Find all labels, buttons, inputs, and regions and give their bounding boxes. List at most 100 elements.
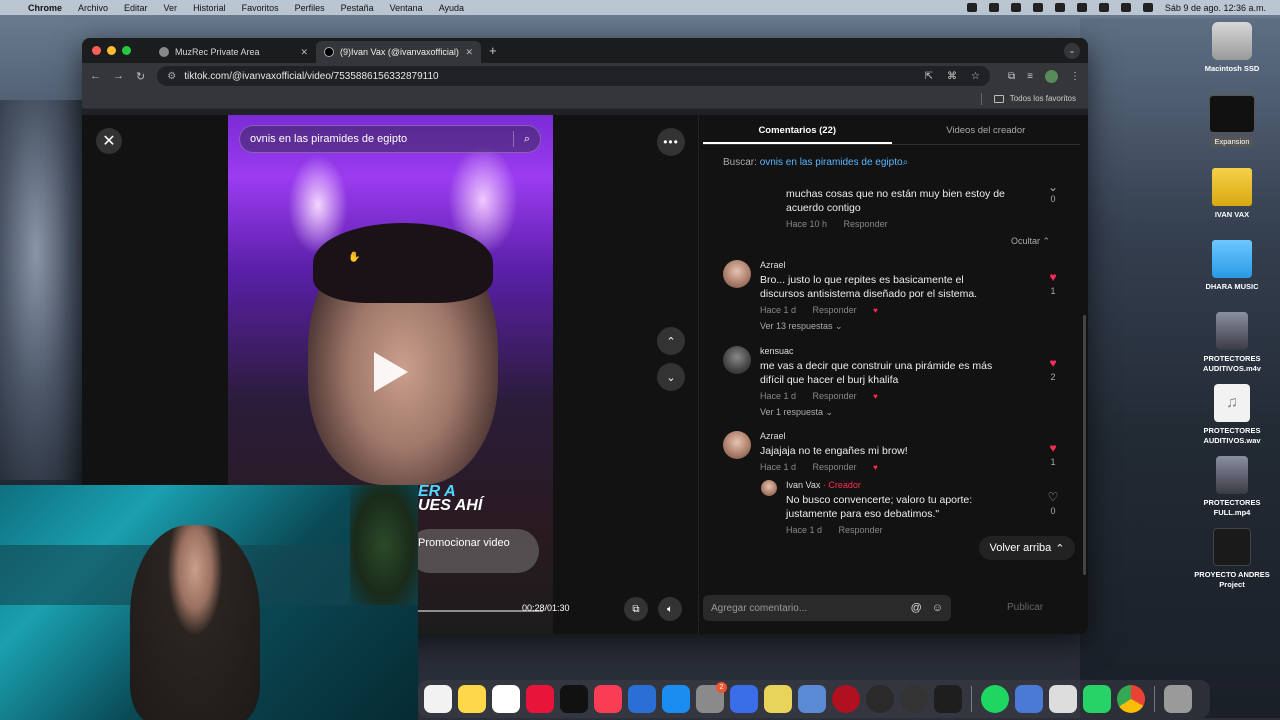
menu-ventana[interactable]: Ventana [390,3,423,13]
music-app-icon[interactable] [594,685,622,713]
more-menu-icon[interactable]: ⋮ [1070,71,1080,82]
heart-icon[interactable]: ♥ [1043,356,1063,370]
desktop-icon-macintosh-ssd[interactable]: Macintosh SSD [1192,22,1272,74]
control-center-icon[interactable] [1142,3,1153,12]
back-icon[interactable]: ← [90,70,101,82]
comment-username[interactable]: Ivan Vax · Creador [786,480,861,490]
app-icon[interactable] [798,685,826,713]
app-icon[interactable] [900,685,928,713]
app-store-icon[interactable] [662,685,690,713]
desktop-icon-expansion[interactable]: Expansion [1192,95,1272,147]
scrollbar[interactable] [1083,315,1086,575]
reply-button[interactable]: Responder [839,525,883,535]
site-info-icon[interactable]: ⚙ [167,71,176,82]
heart-outline-icon[interactable]: ♡ [1043,490,1063,504]
close-video-button[interactable]: ✕ [96,128,122,154]
picture-in-picture-button[interactable]: ⧉ [624,597,648,621]
close-window-button[interactable] [92,46,101,55]
desktop-icon-proyecto-andres[interactable]: PROYECTO ANDRES Project [1192,528,1272,590]
next-video-button[interactable]: ⌄ [657,363,685,391]
app-icon[interactable] [934,685,962,713]
menu-editar[interactable]: Editar [124,3,148,13]
tab-comments[interactable]: Comentarios (22) [703,115,892,144]
view-replies-button[interactable]: Ver 13 respuestas ⌄ [760,321,843,332]
tab-tiktok[interactable]: (9)Ivan Vax (@ivanvaxofficial) ✕ [316,41,481,63]
publish-button[interactable]: Publicar [1007,602,1043,613]
more-options-button[interactable]: ••• [657,128,685,156]
app-icon[interactable] [866,685,894,713]
new-tab-icon[interactable]: + [489,43,497,58]
avatar[interactable] [723,346,751,374]
status-icon[interactable] [1032,3,1043,12]
forward-icon[interactable]: → [113,70,124,82]
heart-icon[interactable]: ♥ [1043,270,1063,284]
promote-video-button[interactable]: Promocionar video [408,529,539,573]
search-icon[interactable]: ⌕ [524,133,530,146]
desktop-icon-dhara-music[interactable]: DHARA MUSIC [1192,240,1272,292]
previous-video-button[interactable]: ⌃ [657,327,685,355]
menu-archivo[interactable]: Archivo [78,3,108,13]
comment-username[interactable]: Azrael [760,260,786,270]
status-icon[interactable] [966,3,977,12]
search-icon[interactable]: ⌕ [903,157,909,168]
app-icon[interactable] [1049,685,1077,713]
emoji-icon[interactable]: ☺ [932,602,943,614]
freeform-app-icon[interactable] [492,685,520,713]
open-in-app-icon[interactable]: ⇱ [925,71,933,82]
app-icon[interactable] [1015,685,1043,713]
menu-ayuda[interactable]: Ayuda [439,3,464,13]
close-icon[interactable]: ✕ [465,47,473,58]
media-icon[interactable]: ≡ [1027,71,1033,82]
desktop-icon-protectores-m4v[interactable]: PROTECTORES AUDITIVOS.m4v [1192,312,1272,374]
video-search-bar[interactable]: ovnis en las piramides de egipto ⌕ [239,125,541,153]
chevron-down-icon[interactable]: ⌄ [1064,42,1080,59]
reply-button[interactable]: Responder [844,219,888,229]
hide-replies-button[interactable]: Ocultar ⌃ [1011,236,1050,247]
back-to-top-button[interactable]: Volver arriba ⌃ [979,536,1075,560]
trash-icon[interactable] [1164,685,1192,713]
reload-icon[interactable]: ↻ [136,70,145,83]
add-comment-input[interactable]: Agregar comentario... [711,603,901,614]
mention-icon[interactable]: @ [911,602,922,614]
extensions-icon[interactable]: ⧉ [1008,71,1015,82]
view-replies-button[interactable]: Ver 1 respuesta ⌄ [760,407,833,418]
reply-button[interactable]: Responder [813,391,857,401]
search-query-link[interactable]: ovnis en las piramides de egipto [760,157,903,168]
chrome-app-icon[interactable] [1117,685,1145,713]
app-icon[interactable] [764,685,792,713]
status-icon[interactable] [988,3,999,12]
zoom-window-button[interactable] [122,46,131,55]
video-search-input[interactable]: ovnis en las piramides de egipto [250,133,503,145]
tab-muzrec[interactable]: MuzRec Private Area ✕ [151,41,316,63]
spotify-app-icon[interactable] [981,685,1009,713]
bookmark-star-icon[interactable]: ☆ [971,71,980,82]
app-icon[interactable] [526,685,554,713]
creator-name[interactable]: Ivan Vax [786,480,820,490]
status-icon[interactable] [1010,3,1021,12]
play-icon[interactable] [374,352,408,392]
avatar[interactable] [723,431,751,459]
translate-icon[interactable]: ⌘ [947,71,957,82]
whatsapp-app-icon[interactable] [1083,685,1111,713]
tv-app-icon[interactable] [560,685,588,713]
menubar-clock[interactable]: Sáb 9 de ago. 12:36 a.m. [1165,3,1266,13]
opera-app-icon[interactable] [832,685,860,713]
reply-button[interactable]: Responder [813,462,857,472]
menu-pestana[interactable]: Pestaña [341,3,374,13]
audio-app-icon[interactable] [628,685,656,713]
tab-creator-videos[interactable]: Videos del creador [892,115,1081,144]
search-icon[interactable] [1120,3,1131,12]
address-bar[interactable]: ⚙ tiktok.com/@ivanvaxofficial/video/7535… [157,66,991,86]
chevron-down-icon[interactable]: ⌄ [1043,180,1063,194]
system-settings-icon[interactable]: 2 [696,682,727,713]
battery-icon[interactable] [1076,3,1087,12]
url-text[interactable]: tiktok.com/@ivanvaxofficial/video/753588… [184,71,438,82]
avatar[interactable] [761,480,777,496]
wifi-icon[interactable] [1098,3,1109,12]
add-comment-field[interactable]: Agregar comentario... @ ☺ [703,595,951,621]
menu-perfiles[interactable]: Perfiles [295,3,325,13]
reply-button[interactable]: Responder [813,305,857,315]
status-icon[interactable] [1054,3,1065,12]
app-icon[interactable] [730,685,758,713]
avatar[interactable] [723,260,751,288]
